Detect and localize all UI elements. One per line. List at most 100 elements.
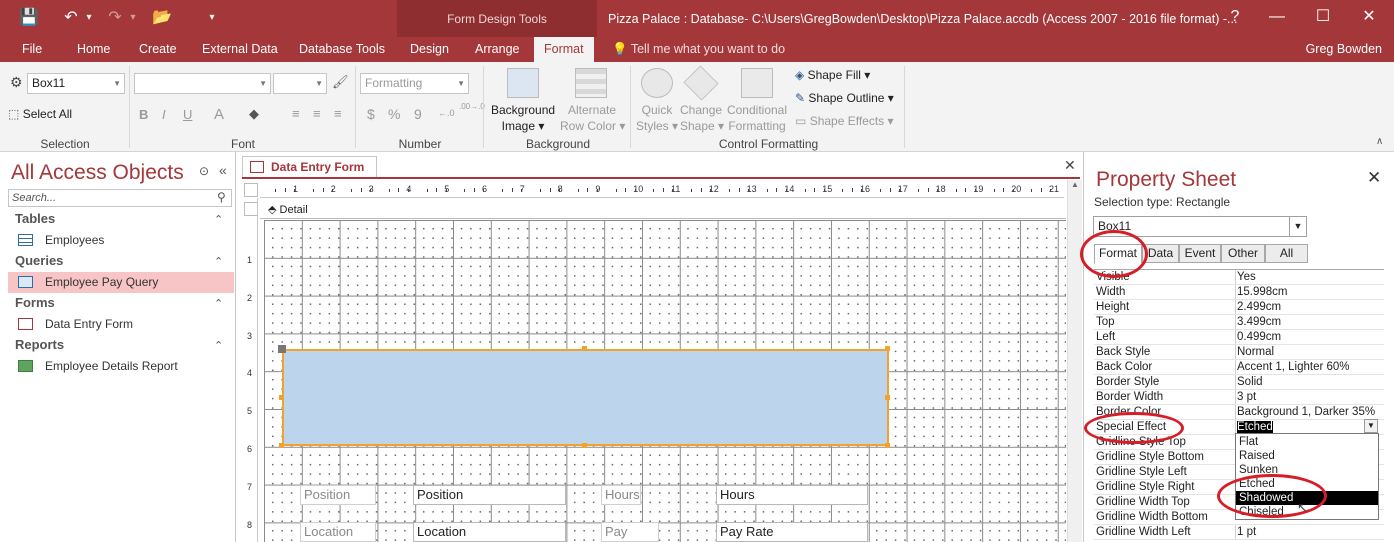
resize-handle[interactable] [885,443,890,448]
property-value[interactable]: 3.499cm [1235,315,1384,329]
conditional-formatting-button[interactable]: Conditional Formatting [725,102,789,134]
search-icon[interactable]: ⚲ [217,190,226,204]
quick-styles-button[interactable]: Quick Styles ▾ [636,102,678,134]
property-row[interactable]: Border Style Solid [1094,375,1384,390]
nav-item-employee-pay-query[interactable]: Employee Pay Query [8,272,234,293]
format-painter-icon[interactable]: 🖌 [332,74,349,90]
position-textbox[interactable]: Position [413,485,566,505]
property-value[interactable]: 15.998cm [1235,285,1384,299]
align-left-icon[interactable]: ≡ [292,106,300,121]
property-row[interactable]: Height 2.499cm [1094,300,1384,315]
nav-item-data-entry-form[interactable]: Data Entry Form [8,314,234,335]
move-handle[interactable] [278,345,286,353]
property-value[interactable]: 1 pt [1235,525,1384,539]
tab-design[interactable]: Design [410,37,449,62]
property-row[interactable]: Visible Yes [1094,270,1384,285]
shape-effects-button[interactable]: ▭ Shape Effects ▾ [795,114,894,128]
position-label[interactable]: Position [300,485,376,505]
property-value[interactable]: Background 1, Darker 35% [1235,405,1384,419]
nav-item-employee-details-report[interactable]: Employee Details Report [8,356,234,377]
change-shape-button[interactable]: Change Shape ▾ [680,102,724,134]
scroll-up-icon[interactable]: ▲ [1071,180,1079,189]
bold-button[interactable]: B [139,107,148,122]
tab-other-properties[interactable]: Other [1221,244,1265,263]
number-format-combo[interactable]: Formatting ▼ [360,73,469,94]
undo-icon[interactable]: ↶ [62,7,80,29]
form-selector[interactable] [244,183,258,197]
nav-section-queries[interactable]: Queries [15,253,63,268]
maximize-button[interactable]: ☐ [1308,5,1338,29]
tab-data-entry-form[interactable]: Data Entry Form [242,156,378,178]
tab-format[interactable]: Format [534,37,594,62]
open-folder-icon[interactable]: 📂 [150,7,174,29]
nav-search-input[interactable]: Search... [8,189,232,207]
collapse-icon[interactable]: ⌃ [214,255,223,268]
fill-color-icon[interactable]: ◆ [249,106,259,122]
nav-section-tables[interactable]: Tables [15,211,55,226]
tab-database-tools[interactable]: Database Tools [299,37,385,62]
dropdown-option[interactable]: Raised [1236,449,1378,463]
property-value[interactable]: 2.499cm [1235,300,1384,314]
hours-label[interactable]: Hours [601,485,641,505]
alternate-row-color-button[interactable]: Alternate Row Color ▾ [560,102,625,134]
property-row[interactable]: Left 0.499cm [1094,330,1384,345]
percent-button[interactable]: % [388,106,400,122]
resize-handle[interactable] [279,443,284,448]
font-name-combo[interactable]: ▼ [134,73,271,94]
align-center-icon[interactable]: ≡ [313,106,321,121]
nav-section-reports[interactable]: Reports [15,337,64,352]
property-value[interactable]: Yes [1235,270,1384,284]
tab-external-data[interactable]: External Data [202,37,278,62]
close-property-sheet-icon[interactable]: ✕ [1367,168,1381,188]
property-row[interactable]: Width 15.998cm [1094,285,1384,300]
tab-all-properties[interactable]: All [1265,244,1308,263]
property-value[interactable]: 0.499cm [1235,330,1384,344]
property-value[interactable]: Solid [1235,375,1384,389]
nav-item-employees[interactable]: Employees [8,230,234,251]
vertical-scrollbar[interactable]: ▲ [1067,180,1082,542]
tell-me-box[interactable]: 💡 Tell me what you want to do [612,37,785,62]
undo-dropdown-icon[interactable]: ▾ [84,7,94,29]
property-value[interactable]: Accent 1, Lighter 60% [1235,360,1384,374]
property-sheet-icon[interactable]: ⚙ [10,74,23,91]
close-window-button[interactable]: ✕ [1354,5,1384,29]
location-textbox[interactable]: Location [413,522,566,542]
property-value[interactable]: Etched [1235,420,1384,434]
italic-button[interactable]: I [162,107,166,122]
property-value[interactable]: Normal [1235,345,1384,359]
pay-rate-label[interactable]: Pay Rate [601,522,659,542]
property-value[interactable]: 3 pt [1235,390,1384,404]
collapse-icon[interactable]: ⌃ [214,297,223,310]
select-all-button[interactable]: ⬚ Select All [8,107,72,121]
tab-arrange[interactable]: Arrange [475,37,519,62]
currency-button[interactable]: $ [367,106,375,122]
nav-section-forms[interactable]: Forms [15,295,55,310]
collapse-icon[interactable]: ⌃ [214,213,223,226]
minimize-button[interactable]: — [1262,5,1292,29]
object-selector[interactable]: Box11 ▼ [27,73,125,94]
background-image-button[interactable]: Background Image ▾ [491,102,555,134]
dropdown-option[interactable]: Flat [1236,435,1378,449]
location-label[interactable]: Location [300,522,376,542]
shape-outline-button[interactable]: ✎ Shape Outline ▾ [795,91,894,105]
property-row[interactable]: Gridline Width Left 1 pt [1094,525,1384,540]
pay-rate-textbox[interactable]: Pay Rate [716,522,868,542]
tab-home[interactable]: Home [77,37,110,62]
tab-file[interactable]: File [22,37,42,62]
font-size-combo[interactable]: ▼ [273,73,327,94]
comma-button[interactable]: 9 [414,106,422,122]
property-row[interactable]: Border Width 3 pt [1094,390,1384,405]
tab-create[interactable]: Create [139,37,177,62]
special-effect-dropdown-button[interactable]: ▼ [1364,419,1378,433]
tab-event-properties[interactable]: Event [1179,244,1221,263]
resize-handle[interactable] [582,346,587,351]
resize-handle[interactable] [582,443,587,448]
nav-menu-icon[interactable]: ⊙ [199,164,209,178]
underline-button[interactable]: U [183,107,192,122]
redo-dropdown-icon[interactable]: ▾ [128,7,138,29]
detail-section-bar[interactable]: ⬘ Detail [260,202,1066,219]
collapse-icon[interactable]: ⌃ [214,339,223,352]
property-row[interactable]: Back Style Normal [1094,345,1384,360]
box11-rectangle[interactable] [282,349,889,446]
redo-icon[interactable]: ↷ [106,7,124,29]
